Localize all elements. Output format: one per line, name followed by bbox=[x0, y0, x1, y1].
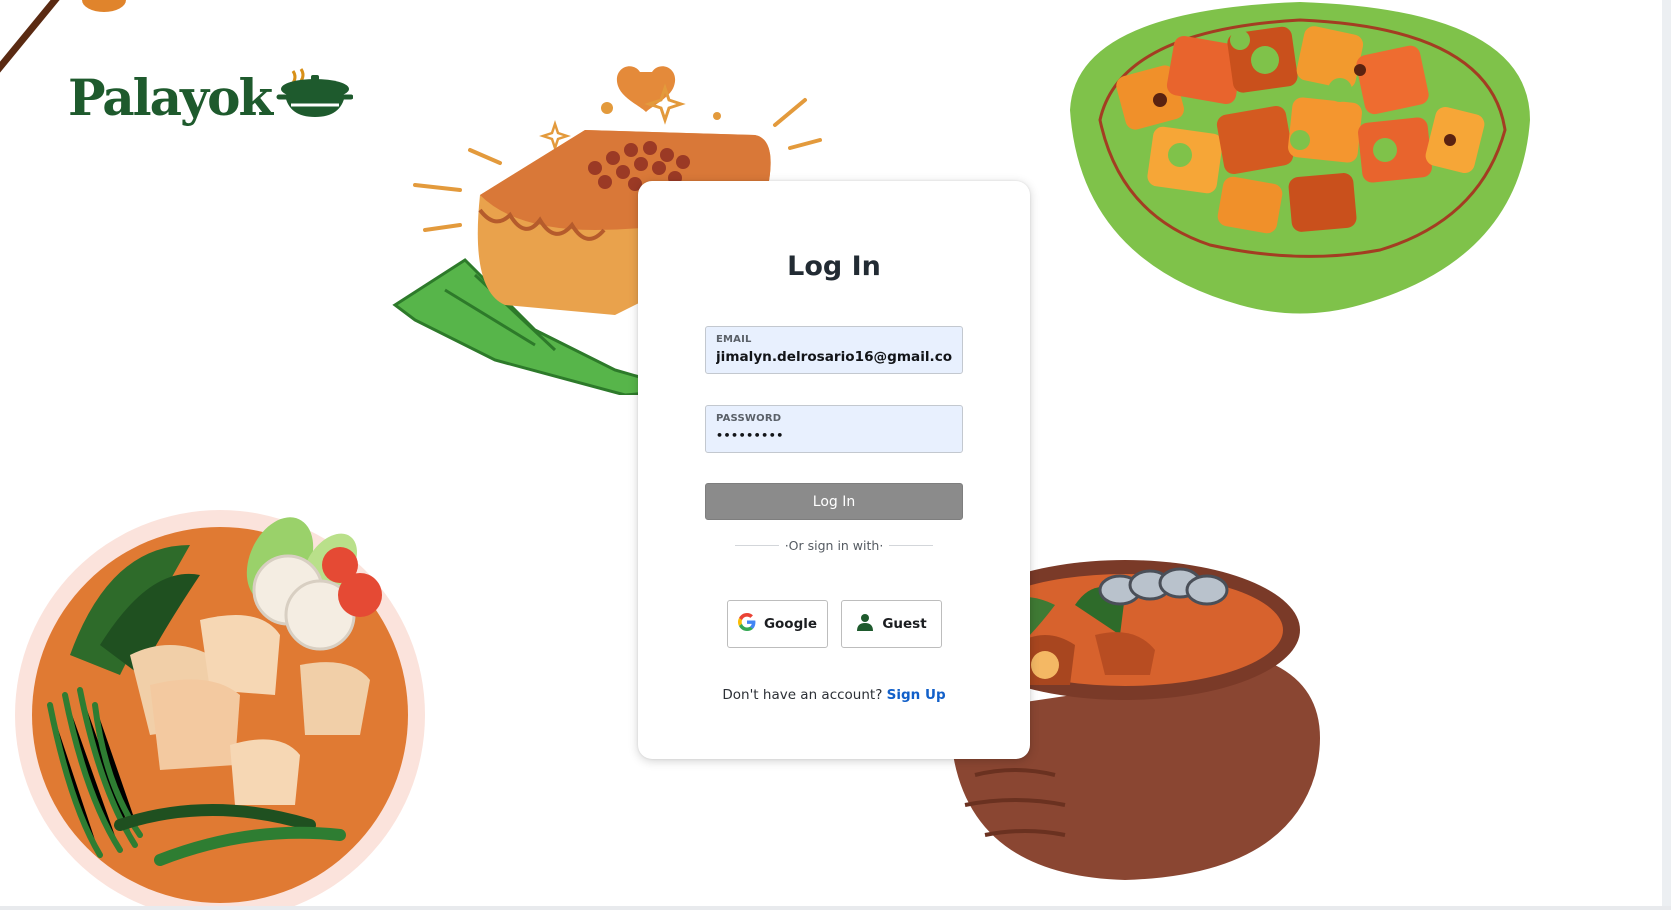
sinigang-bowl-illustration bbox=[15, 510, 425, 906]
login-title: Log In bbox=[787, 251, 881, 282]
divider-line-right bbox=[889, 544, 934, 546]
page-right-edge bbox=[1662, 0, 1671, 910]
login-button[interactable]: Log In bbox=[705, 483, 963, 520]
google-signin-button[interactable]: Google bbox=[727, 600, 828, 648]
google-icon bbox=[737, 613, 756, 635]
guest-signin-button[interactable]: Guest bbox=[841, 600, 942, 648]
password-input[interactable] bbox=[716, 426, 952, 446]
password-label: PASSWORD bbox=[716, 413, 782, 424]
password-field[interactable]: PASSWORD bbox=[705, 405, 963, 453]
login-page-canvas: Palayok Log In EMAIL jimalyn.delrosario1… bbox=[0, 0, 1662, 906]
signup-row: Don't have an account? Sign Up bbox=[638, 687, 1030, 703]
divider-line-left bbox=[735, 544, 779, 546]
signup-link[interactable]: Sign Up bbox=[887, 687, 946, 703]
page: Palayok Log In EMAIL jimalyn.delrosario1… bbox=[0, 0, 1671, 910]
adobo-bowl-illustration bbox=[1070, 2, 1530, 314]
page-bottom-edge bbox=[0, 906, 1671, 910]
email-field[interactable]: EMAIL bbox=[705, 326, 963, 374]
brand-name: Palayok bbox=[68, 67, 273, 127]
email-input[interactable] bbox=[716, 347, 952, 367]
guest-button-label: Guest bbox=[882, 616, 927, 632]
or-sign-in-divider: ·Or sign in with· bbox=[735, 537, 934, 553]
brand-logo[interactable]: Palayok bbox=[68, 62, 354, 132]
person-icon bbox=[856, 613, 874, 635]
email-label: EMAIL bbox=[716, 334, 752, 345]
google-button-label: Google bbox=[763, 616, 818, 632]
cooking-pot-icon bbox=[275, 65, 354, 129]
divider-text: ·Or sign in with· bbox=[784, 537, 884, 553]
signup-prompt: Don't have an account? bbox=[722, 687, 883, 703]
login-card: Log In EMAIL PASSWORD Log In ·Or sign in… bbox=[638, 181, 1030, 759]
